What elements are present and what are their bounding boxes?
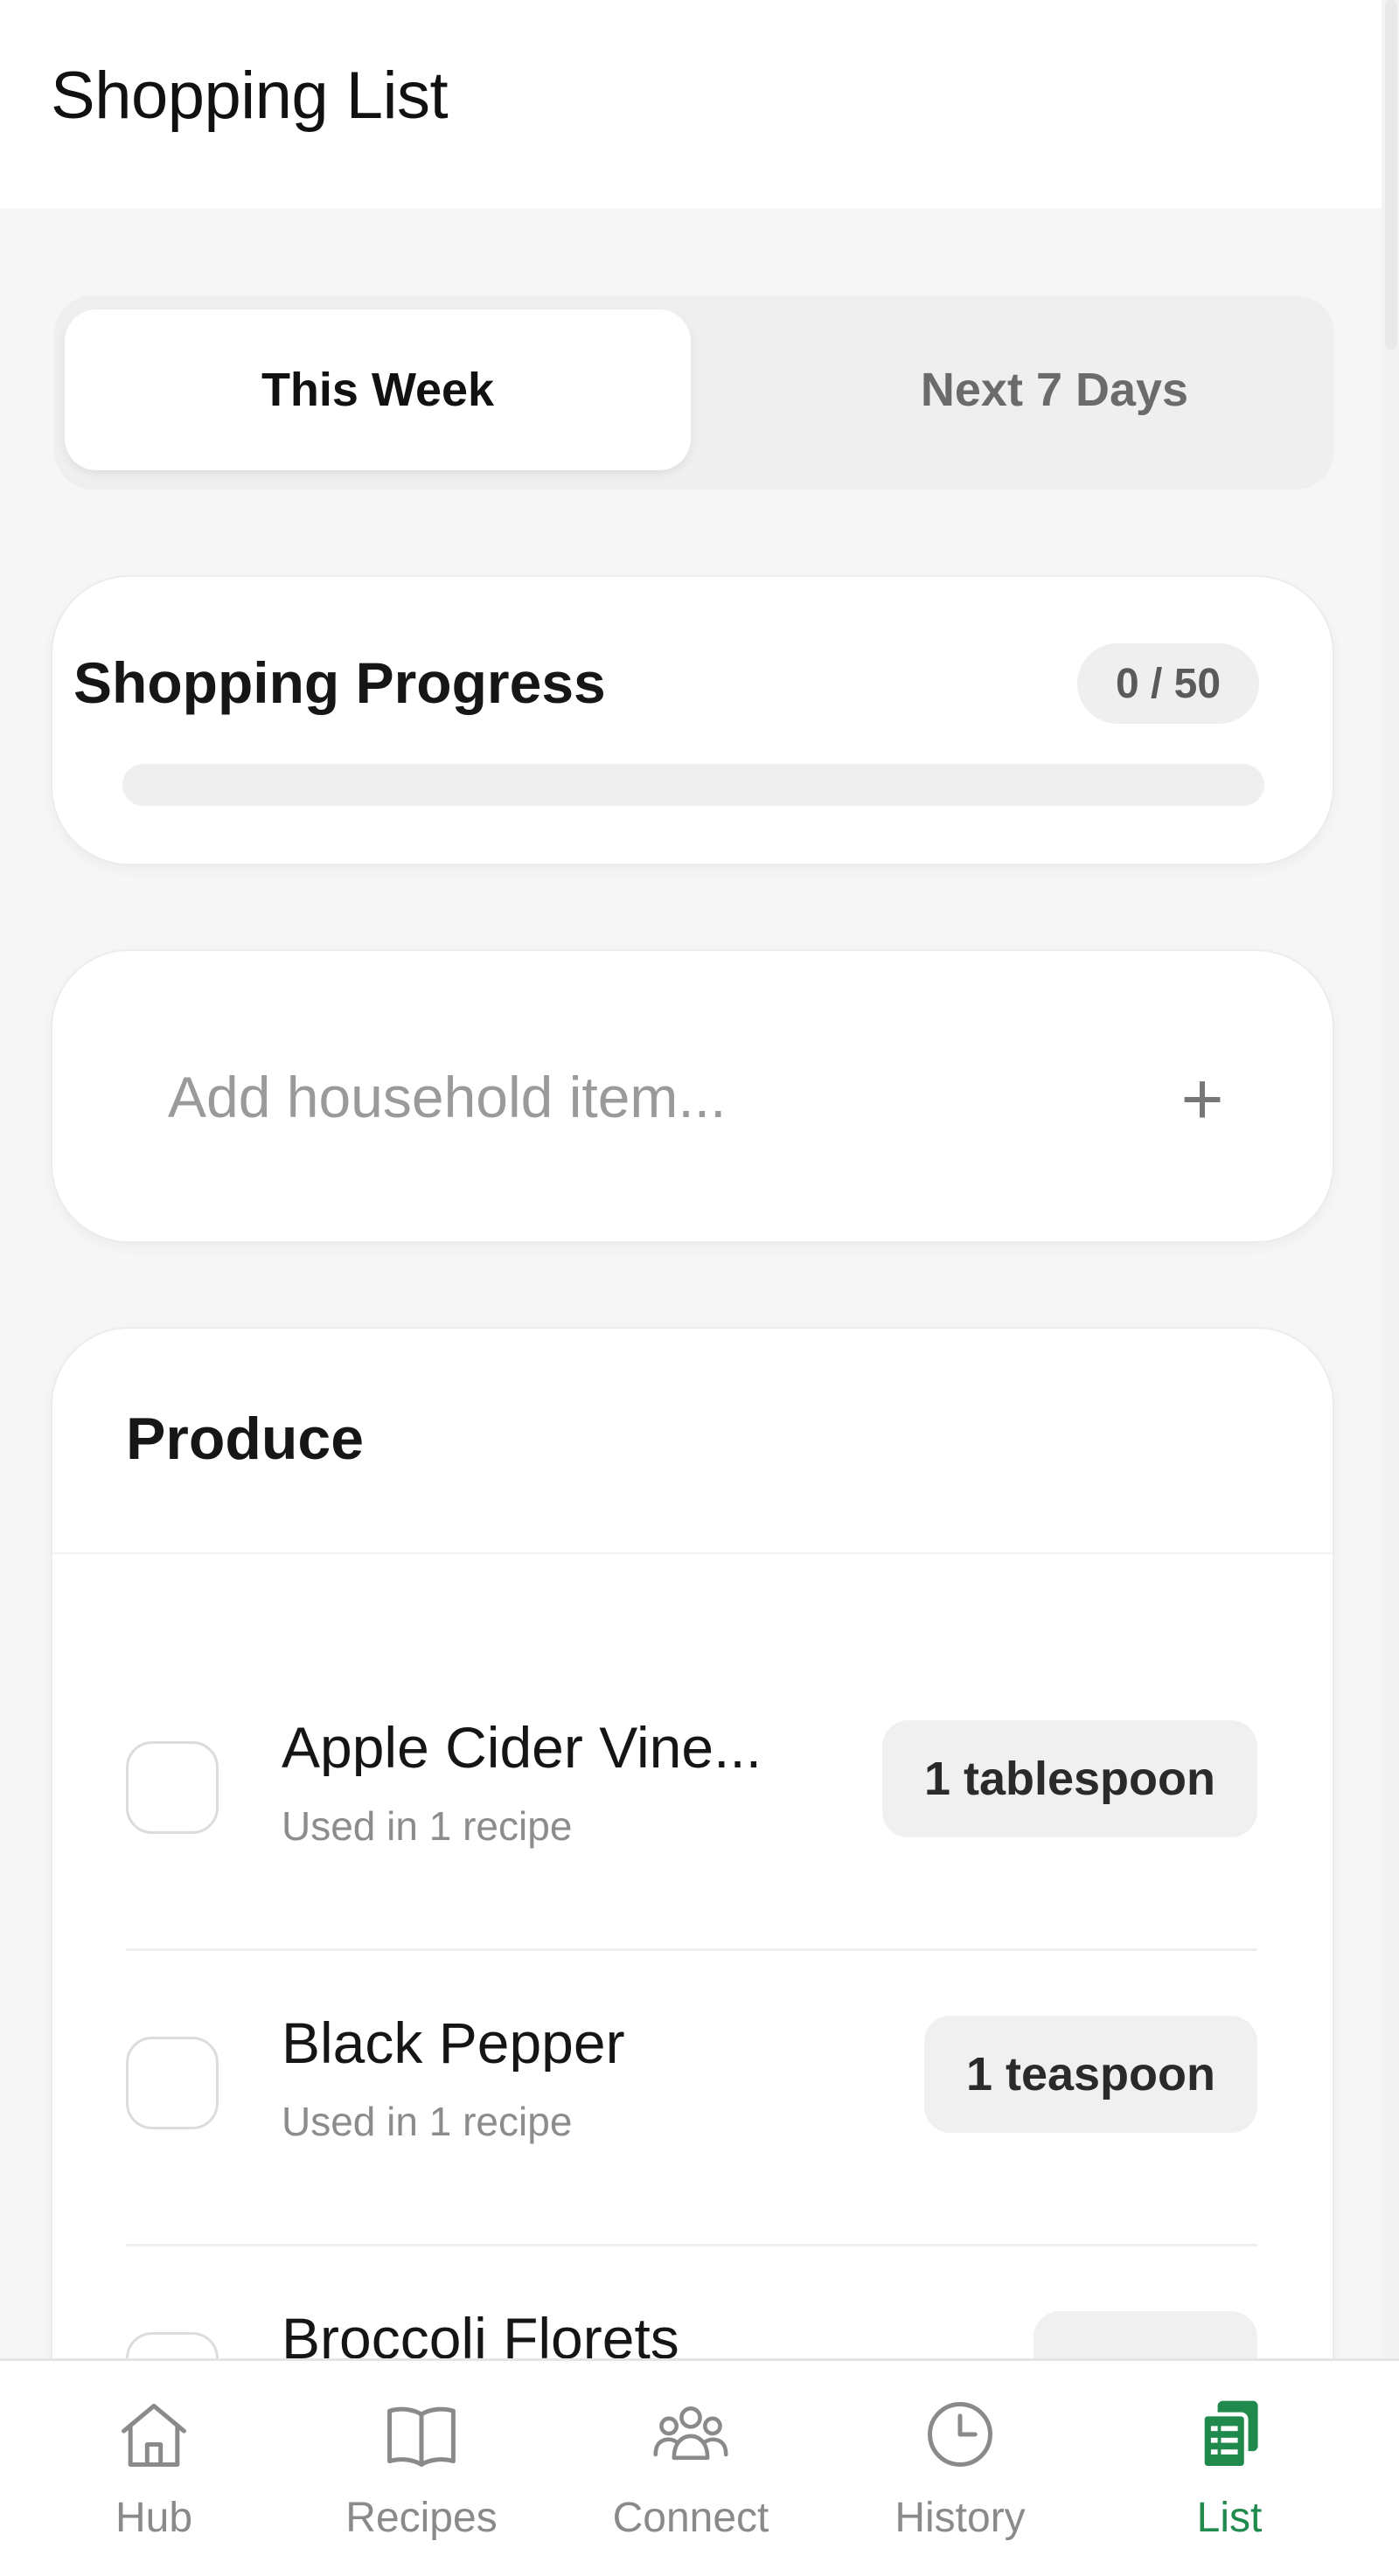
- item-name: Apple Cider Vine...: [282, 1718, 762, 1776]
- nav-item-history[interactable]: History: [829, 2361, 1091, 2576]
- clock-icon: [920, 2394, 1000, 2475]
- scrollbar-thumb[interactable]: [1385, 0, 1397, 350]
- page-title: Shopping List: [51, 59, 449, 133]
- plus-icon[interactable]: +: [1172, 1059, 1233, 1138]
- item-usage-text: Used in 1 recipe: [282, 2099, 573, 2144]
- add-household-item-input[interactable]: [168, 1058, 1130, 1136]
- list-icon: [1189, 2394, 1270, 2475]
- list-item[interactable]: Black Pepper Used in 1 recipe 1 teaspoon: [52, 1951, 1333, 2246]
- nav-label: Connect: [612, 2495, 769, 2541]
- nav-item-hub[interactable]: Hub: [23, 2361, 285, 2576]
- people-icon: [651, 2394, 731, 2475]
- nav-item-recipes[interactable]: Recipes: [290, 2361, 553, 2576]
- home-icon: [114, 2394, 194, 2475]
- bottom-navigation: Hub Recipes Connect History List: [0, 2358, 1399, 2576]
- item-name: Black Pepper: [282, 2014, 625, 2072]
- nav-item-list[interactable]: List: [1098, 2361, 1361, 2576]
- category-title: Produce: [126, 1406, 365, 1472]
- item-quantity-badge: 1 tablespoon: [881, 1720, 1257, 1837]
- nav-item-connect[interactable]: Connect: [560, 2361, 822, 2576]
- book-icon: [381, 2394, 462, 2475]
- progress-bar: [122, 764, 1264, 806]
- nav-label: History: [894, 2495, 1026, 2541]
- list-item[interactable]: Apple Cider Vine... Used in 1 recipe 1 t…: [52, 1656, 1333, 1951]
- item-quantity-badge: 1 teaspoon: [923, 2016, 1257, 2133]
- item-checkbox[interactable]: [126, 2037, 219, 2129]
- progress-count-badge: 0 / 50: [1077, 643, 1259, 724]
- nav-label: Hub: [115, 2495, 193, 2541]
- tab-this-week[interactable]: This Week: [65, 309, 691, 470]
- item-usage-text: Used in 1 recipe: [282, 1803, 573, 1849]
- tab-next-7-days[interactable]: Next 7 Days: [741, 309, 1368, 470]
- app-header: Shopping List: [0, 0, 1399, 208]
- week-segmented-control: This Week Next 7 Days: [54, 295, 1334, 490]
- nav-label: List: [1196, 2495, 1263, 2541]
- progress-title: Shopping Progress: [73, 650, 606, 715]
- category-header: Produce: [52, 1329, 1333, 1554]
- nav-label: Recipes: [345, 2495, 498, 2541]
- scrollbar[interactable]: [1382, 0, 1399, 2358]
- category-card-produce: Produce Apple Cider Vine... Used in 1 re…: [51, 1327, 1334, 2463]
- item-checkbox[interactable]: [126, 1741, 219, 1834]
